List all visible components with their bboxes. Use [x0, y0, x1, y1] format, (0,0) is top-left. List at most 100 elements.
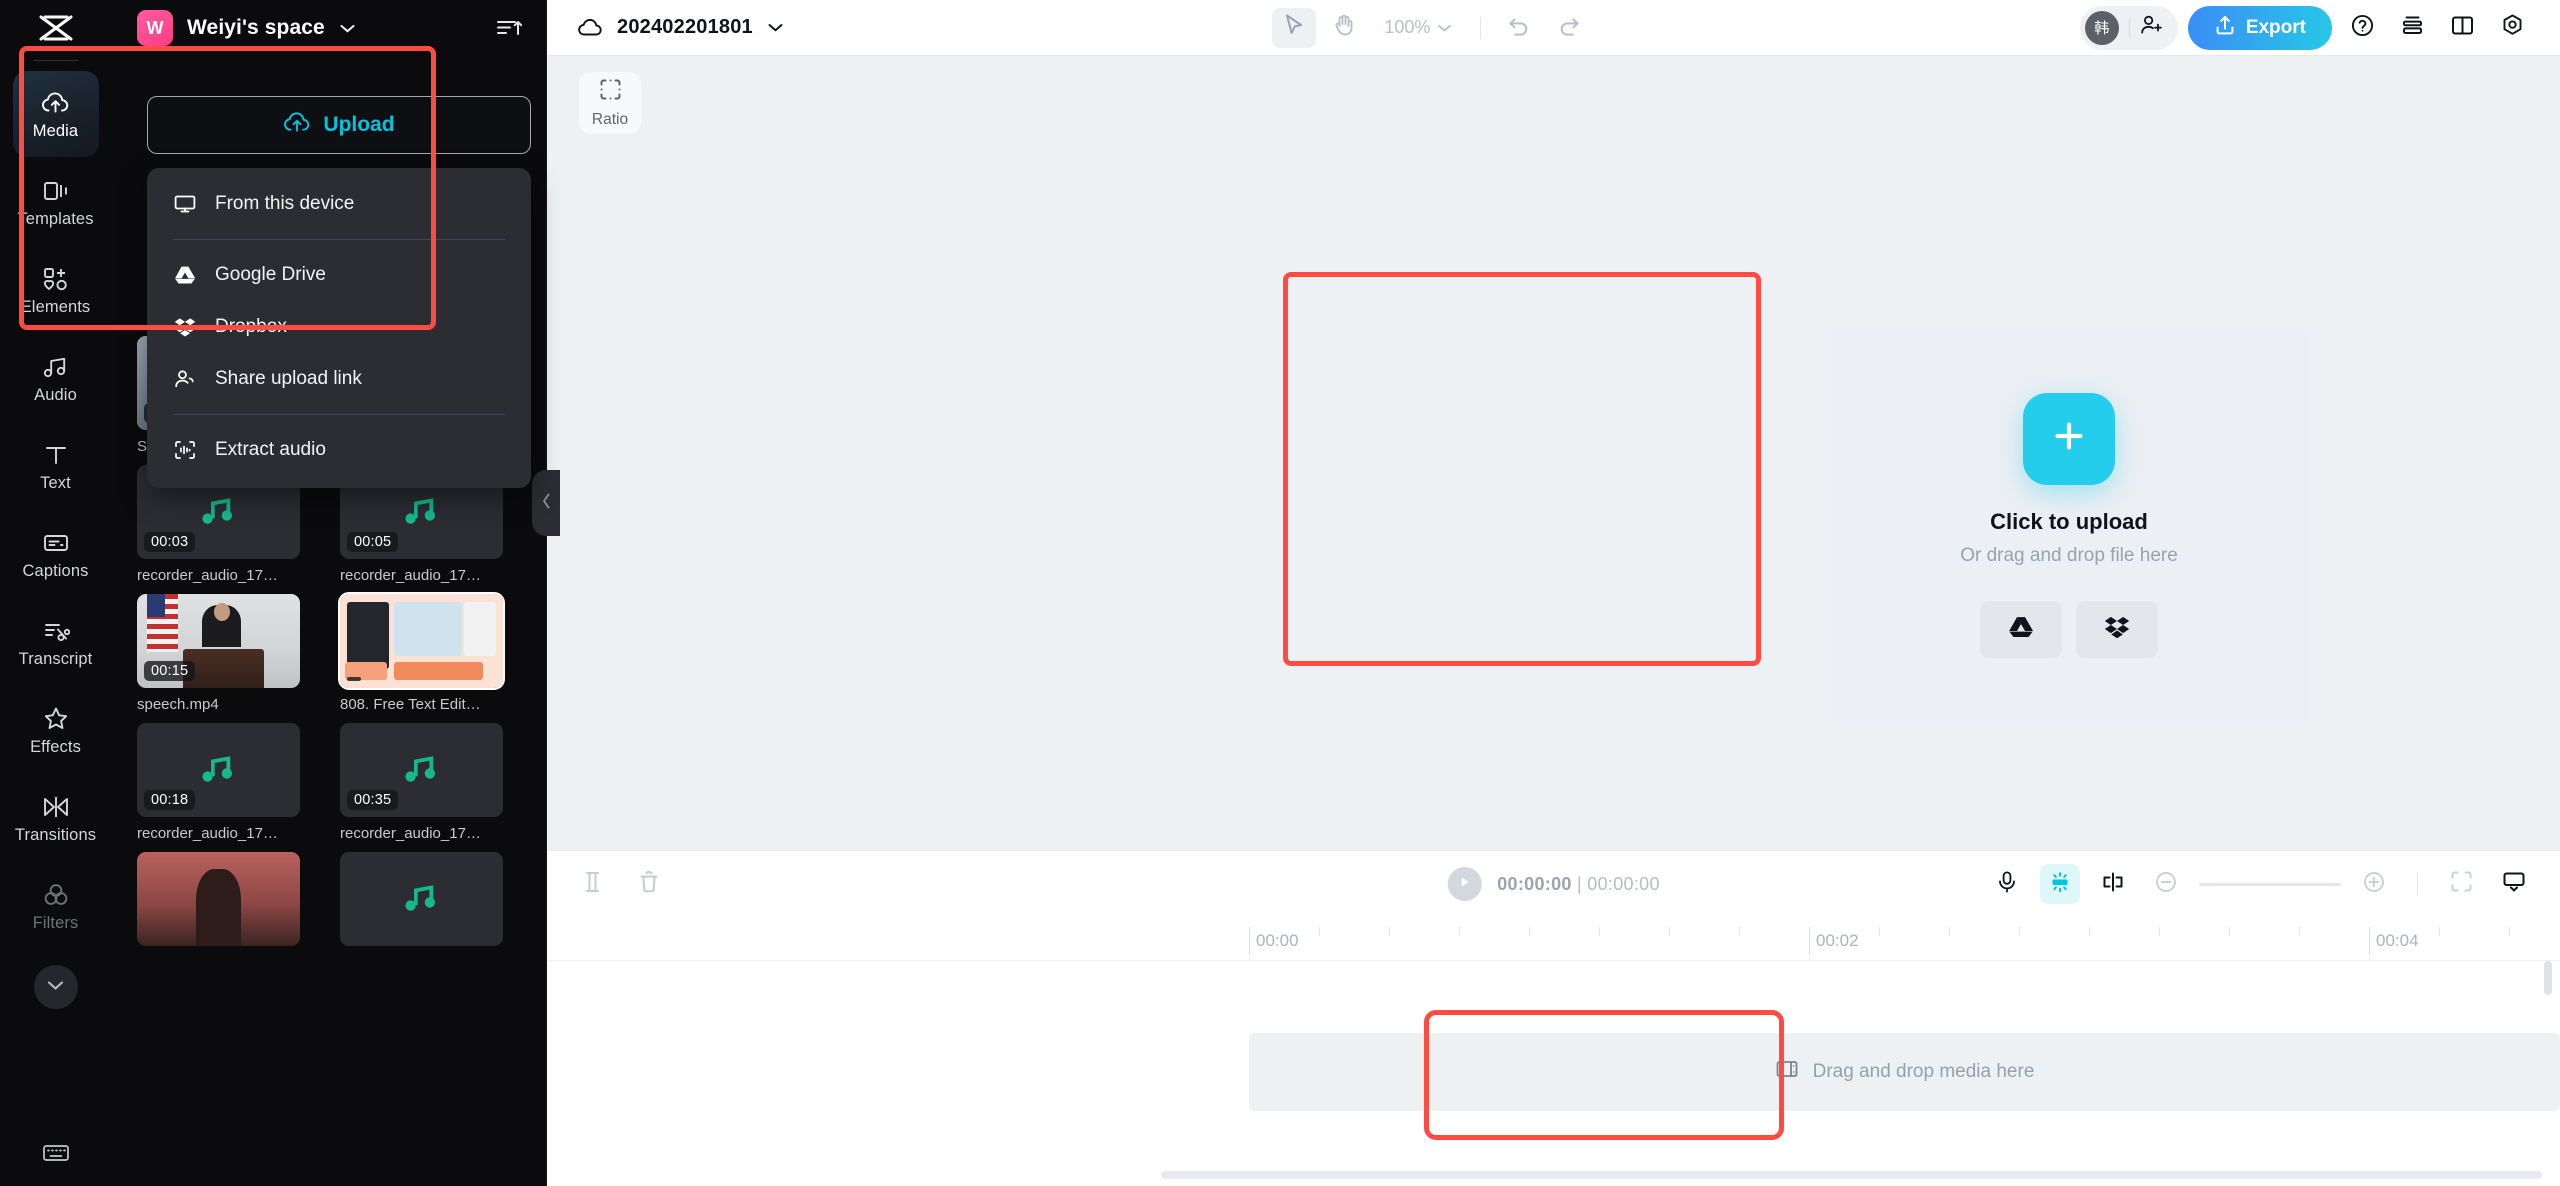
media-name: 808. Free Text Edit… — [340, 696, 481, 713]
menu-item-dropbox[interactable]: Dropbox — [147, 301, 531, 353]
zoom-level-select[interactable]: 100% — [1372, 17, 1464, 38]
transcript-scissors-icon — [42, 616, 70, 646]
filters-circles-icon — [42, 880, 70, 910]
timeline-zoom-slider[interactable] — [2199, 882, 2341, 886]
preview-monitor-button[interactable] — [2494, 864, 2534, 904]
sidebar-item-transitions[interactable]: Transitions — [13, 775, 99, 861]
microphone-icon — [1996, 870, 2018, 899]
upload-source-menu: From this device Google Drive Dropbox Sh… — [147, 168, 531, 488]
sidebar-item-label: Transitions — [14, 826, 97, 845]
dropzone-dropbox-button[interactable] — [2076, 600, 2158, 658]
text-t-icon — [43, 440, 69, 470]
ruler-tick-label: 00:00 — [1256, 931, 1299, 950]
media-name: speech.mp4 — [137, 696, 219, 713]
menu-item-label: Dropbox — [215, 316, 287, 337]
play-icon — [1457, 875, 1471, 894]
sidebar-item-elements[interactable]: Elements — [13, 247, 99, 333]
media-item-selected[interactable]: 808. Free Text Edit… — [338, 592, 505, 713]
upload-button[interactable]: Upload — [147, 96, 531, 154]
capcut-logo-icon[interactable] — [0, 0, 111, 56]
dropzone-google-drive-button[interactable] — [1980, 600, 2062, 658]
ratio-button[interactable]: Ratio — [579, 72, 641, 134]
media-duration — [347, 677, 361, 681]
sidebar-item-captions[interactable]: Captions — [13, 511, 99, 597]
timeline-right-tools — [1987, 864, 2534, 904]
hand-icon — [1333, 13, 1355, 42]
record-voiceover-button[interactable] — [1987, 864, 2027, 904]
auto-enhance-button[interactable] — [2040, 864, 2080, 904]
sidebar-item-media[interactable]: Media — [12, 71, 99, 157]
templates-icon — [42, 176, 70, 206]
sidebar-item-templates[interactable]: Templates — [13, 159, 99, 245]
upload-dropzone[interactable]: Click to upload Or drag and drop file he… — [1830, 328, 2308, 722]
sort-ascending-icon[interactable] — [496, 17, 522, 39]
sidebar-item-text[interactable]: Text — [13, 423, 99, 509]
toolbar-divider — [1480, 16, 1482, 39]
help-button[interactable] — [2342, 8, 2382, 48]
add-person-icon[interactable] — [2140, 14, 2164, 41]
menu-item-from-this-device[interactable]: From this device — [147, 178, 531, 230]
menu-item-label: Google Drive — [215, 264, 326, 285]
menu-item-google-drive[interactable]: Google Drive — [147, 249, 531, 301]
media-item[interactable]: 00:18 recorder_audio_17… — [137, 723, 300, 842]
person-share-icon — [173, 369, 197, 389]
add-media-button[interactable] — [2023, 392, 2115, 485]
dropbox-icon — [2104, 615, 2130, 644]
media-item[interactable]: 00:15 speech.mp4 — [137, 594, 300, 713]
menu-item-extract-audio[interactable]: Extract audio — [147, 424, 531, 476]
export-button[interactable]: Export — [2187, 5, 2332, 50]
zoom-in-button[interactable] — [2354, 864, 2394, 904]
sidebar-item-label: Transcript — [18, 650, 93, 669]
collaborators-chip[interactable]: 韩 — [2079, 5, 2178, 50]
media-thumbnail[interactable]: 00:18 — [137, 723, 300, 817]
mirror-clip-icon — [2101, 871, 2125, 898]
media-item[interactable] — [340, 852, 503, 946]
layout-button[interactable] — [2392, 8, 2432, 48]
rail-more-button[interactable] — [33, 965, 78, 1009]
timeline-horizontal-scrollbar[interactable] — [1161, 1171, 2542, 1179]
stack-layout-icon — [2400, 14, 2425, 42]
menu-divider — [173, 239, 505, 240]
split-clip-button[interactable] — [573, 864, 613, 904]
sidebar-item-filters[interactable]: Filters — [13, 863, 99, 949]
timeline-ruler[interactable]: 00:00 00:02 00:04 00:06 — [547, 917, 2560, 961]
music-note-icon — [199, 750, 239, 791]
redo-icon — [1557, 14, 1581, 41]
menu-item-share-upload-link[interactable]: Share upload link — [147, 353, 531, 405]
hand-tool-button[interactable] — [1322, 8, 1366, 48]
media-thumbnail[interactable] — [340, 852, 503, 946]
keyboard-shortcuts-button[interactable] — [0, 1143, 111, 1168]
thumbnail-image — [137, 852, 300, 946]
undo-button[interactable] — [1497, 8, 1541, 48]
delete-button[interactable] — [629, 864, 669, 904]
settings-button[interactable] — [2492, 8, 2532, 48]
media-thumbnail[interactable] — [137, 852, 300, 946]
fit-to-screen-button[interactable] — [2441, 864, 2481, 904]
select-tool-button[interactable] — [1272, 7, 1317, 48]
play-button[interactable] — [1447, 867, 1482, 901]
mirror-clip-button[interactable] — [2093, 864, 2133, 904]
media-item[interactable]: 00:35 recorder_audio_17… — [340, 723, 503, 842]
chevron-down-icon[interactable] — [767, 22, 784, 33]
media-thumbnail[interactable]: 00:35 — [340, 723, 503, 817]
sidebar-item-transcript[interactable]: Transcript — [13, 599, 99, 685]
sidebar-item-audio[interactable]: Audio — [13, 335, 99, 421]
collapse-panel-button[interactable] — [532, 470, 560, 536]
empty-track-dropzone[interactable]: Drag and drop media here — [1249, 961, 2560, 1111]
top-toolbar: 202402201801 100% 韩 Export — [547, 0, 2560, 56]
zoom-out-button[interactable] — [2146, 864, 2186, 904]
chevron-down-icon[interactable] — [339, 23, 356, 34]
total-time: 00:00:00 — [1587, 873, 1660, 894]
redo-button[interactable] — [1547, 8, 1591, 48]
music-note-icon — [402, 492, 442, 533]
cloud-upload-icon — [283, 111, 311, 139]
split-clip-icon — [582, 870, 604, 899]
media-thumbnail[interactable]: 00:15 — [137, 594, 300, 688]
split-view-button[interactable] — [2442, 8, 2482, 48]
media-item[interactable] — [137, 852, 300, 946]
timeline-vertical-scrollbar[interactable] — [2544, 961, 2552, 995]
plus-icon — [2050, 417, 2088, 460]
sidebar-item-effects[interactable]: Effects — [13, 687, 99, 773]
media-thumbnail[interactable] — [338, 592, 505, 690]
thumbnail-image — [340, 594, 503, 688]
